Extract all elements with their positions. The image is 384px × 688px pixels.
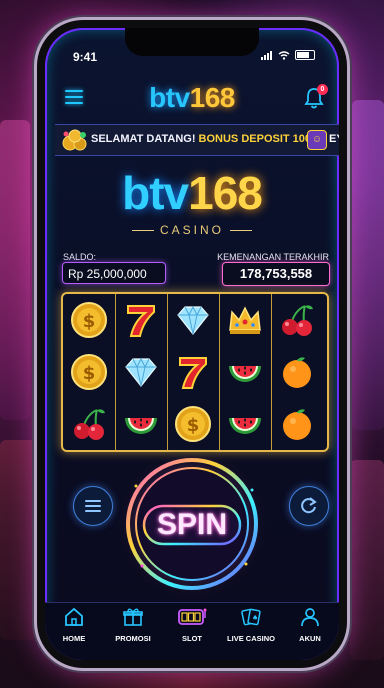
divider-right bbox=[230, 230, 252, 232]
svg-text:$: $ bbox=[83, 363, 96, 384]
svg-text:$: $ bbox=[187, 415, 200, 436]
phone-frame: 9:41 btv168 0 SELAMAT DATANG! BONUS DEPO… bbox=[37, 20, 347, 668]
refresh-icon bbox=[301, 497, 317, 514]
spin-area: SPIN bbox=[112, 446, 272, 606]
slot-reels: $ $ $ bbox=[61, 292, 329, 452]
nav-live-casino-label: LIVE CASINO bbox=[227, 634, 275, 643]
reel-column: $ $ bbox=[63, 294, 116, 450]
last-win-label: KEMENANGAN TERAKHIR bbox=[217, 252, 329, 262]
coins-icon bbox=[62, 129, 87, 151]
status-time: 9:41 bbox=[73, 50, 98, 64]
header-logo-prefix: btv bbox=[149, 82, 190, 113]
signal-icon bbox=[261, 50, 272, 60]
announcement-ticker: SELAMAT DATANG! BONUS DEPOSIT 100% ☺ EY bbox=[55, 124, 339, 156]
nav-promosi[interactable]: PROMOSI bbox=[104, 607, 162, 643]
nav-promosi-label: PROMOSI bbox=[115, 634, 151, 643]
seven-icon bbox=[167, 346, 219, 398]
notification-button[interactable]: 0 bbox=[303, 84, 328, 110]
header-logo: btv168 bbox=[45, 82, 339, 114]
app-screen: 9:41 btv168 0 SELAMAT DATANG! BONUS DEPO… bbox=[45, 28, 339, 660]
lines-icon bbox=[85, 500, 101, 512]
coin-icon: $ bbox=[63, 294, 115, 346]
nav-home[interactable]: HOME bbox=[45, 607, 103, 643]
cherry-icon bbox=[271, 294, 323, 346]
user-icon bbox=[301, 608, 319, 627]
watermelon-icon bbox=[219, 346, 271, 398]
header-logo-number: 168 bbox=[189, 82, 236, 113]
brand-subtitle: CASINO bbox=[45, 223, 339, 237]
svg-text:♠: ♠ bbox=[252, 614, 258, 622]
nav-slot-label: SLOT bbox=[182, 634, 202, 643]
ticker-bonus: BONUS DEPOSIT 100% bbox=[198, 133, 321, 145]
diamond-icon bbox=[115, 346, 167, 398]
nav-home-label: HOME bbox=[62, 634, 86, 643]
slot-machine-icon bbox=[178, 608, 207, 625]
spin-button[interactable]: SPIN bbox=[144, 506, 240, 544]
reel-column bbox=[271, 294, 323, 450]
nav-akun-label: AKUN bbox=[299, 634, 321, 643]
gift-icon bbox=[123, 608, 143, 626]
auto-spin-button[interactable] bbox=[289, 486, 329, 526]
cherry-icon bbox=[63, 398, 115, 450]
notch bbox=[125, 28, 259, 56]
svg-text:$: $ bbox=[83, 311, 96, 332]
watermelon-icon bbox=[115, 398, 167, 450]
top-bar: btv168 0 bbox=[45, 78, 339, 118]
nav-akun[interactable]: AKUN bbox=[281, 607, 339, 643]
nav-slot[interactable]: SLOT bbox=[163, 607, 221, 643]
brand-logo-prefix: btv bbox=[122, 167, 189, 219]
home-icon bbox=[65, 607, 83, 626]
orange-icon bbox=[271, 346, 323, 398]
spin-label: SPIN bbox=[156, 508, 228, 541]
notification-badge: 0 bbox=[317, 84, 328, 95]
slot-mini-icon: ☺ bbox=[307, 130, 327, 150]
balance-value: Rp 25,000,000 bbox=[62, 262, 166, 284]
brand-subtitle-text: CASINO bbox=[159, 223, 224, 237]
wifi-icon bbox=[278, 50, 290, 60]
ticker-text: SELAMAT DATANG! BONUS DEPOSIT 100% bbox=[91, 133, 321, 145]
ticker-greeting: SELAMAT DATANG! bbox=[91, 133, 199, 145]
nav-live-casino[interactable]: ♠ LIVE CASINO bbox=[222, 607, 280, 643]
coin-icon: $ bbox=[63, 346, 115, 398]
reel-column bbox=[219, 294, 272, 450]
brand-logo-number: 168 bbox=[188, 167, 263, 219]
menu-lines-button[interactable] bbox=[73, 486, 113, 526]
bottom-nav: HOME PROMOSI SLOT ♠ LIVE CASINO AKUN bbox=[45, 602, 339, 660]
crown-icon bbox=[219, 294, 271, 346]
orange-icon bbox=[271, 398, 323, 450]
brand-logo: btv168 bbox=[45, 166, 339, 220]
divider-left bbox=[131, 230, 154, 232]
cards-icon: ♠ bbox=[241, 608, 261, 626]
seven-icon bbox=[115, 294, 167, 346]
balance-label: SALDO: bbox=[63, 252, 97, 262]
watermelon-icon bbox=[219, 398, 271, 450]
battery-icon bbox=[295, 50, 315, 60]
status-icons bbox=[261, 50, 315, 60]
coin-icon: $ bbox=[167, 398, 219, 450]
diamond-icon bbox=[167, 294, 219, 346]
reel-column: $ bbox=[167, 294, 220, 450]
ticker-more-text: EY bbox=[329, 133, 339, 145]
reel-column bbox=[115, 294, 168, 450]
last-win-value: 178,753,558 bbox=[222, 262, 330, 286]
